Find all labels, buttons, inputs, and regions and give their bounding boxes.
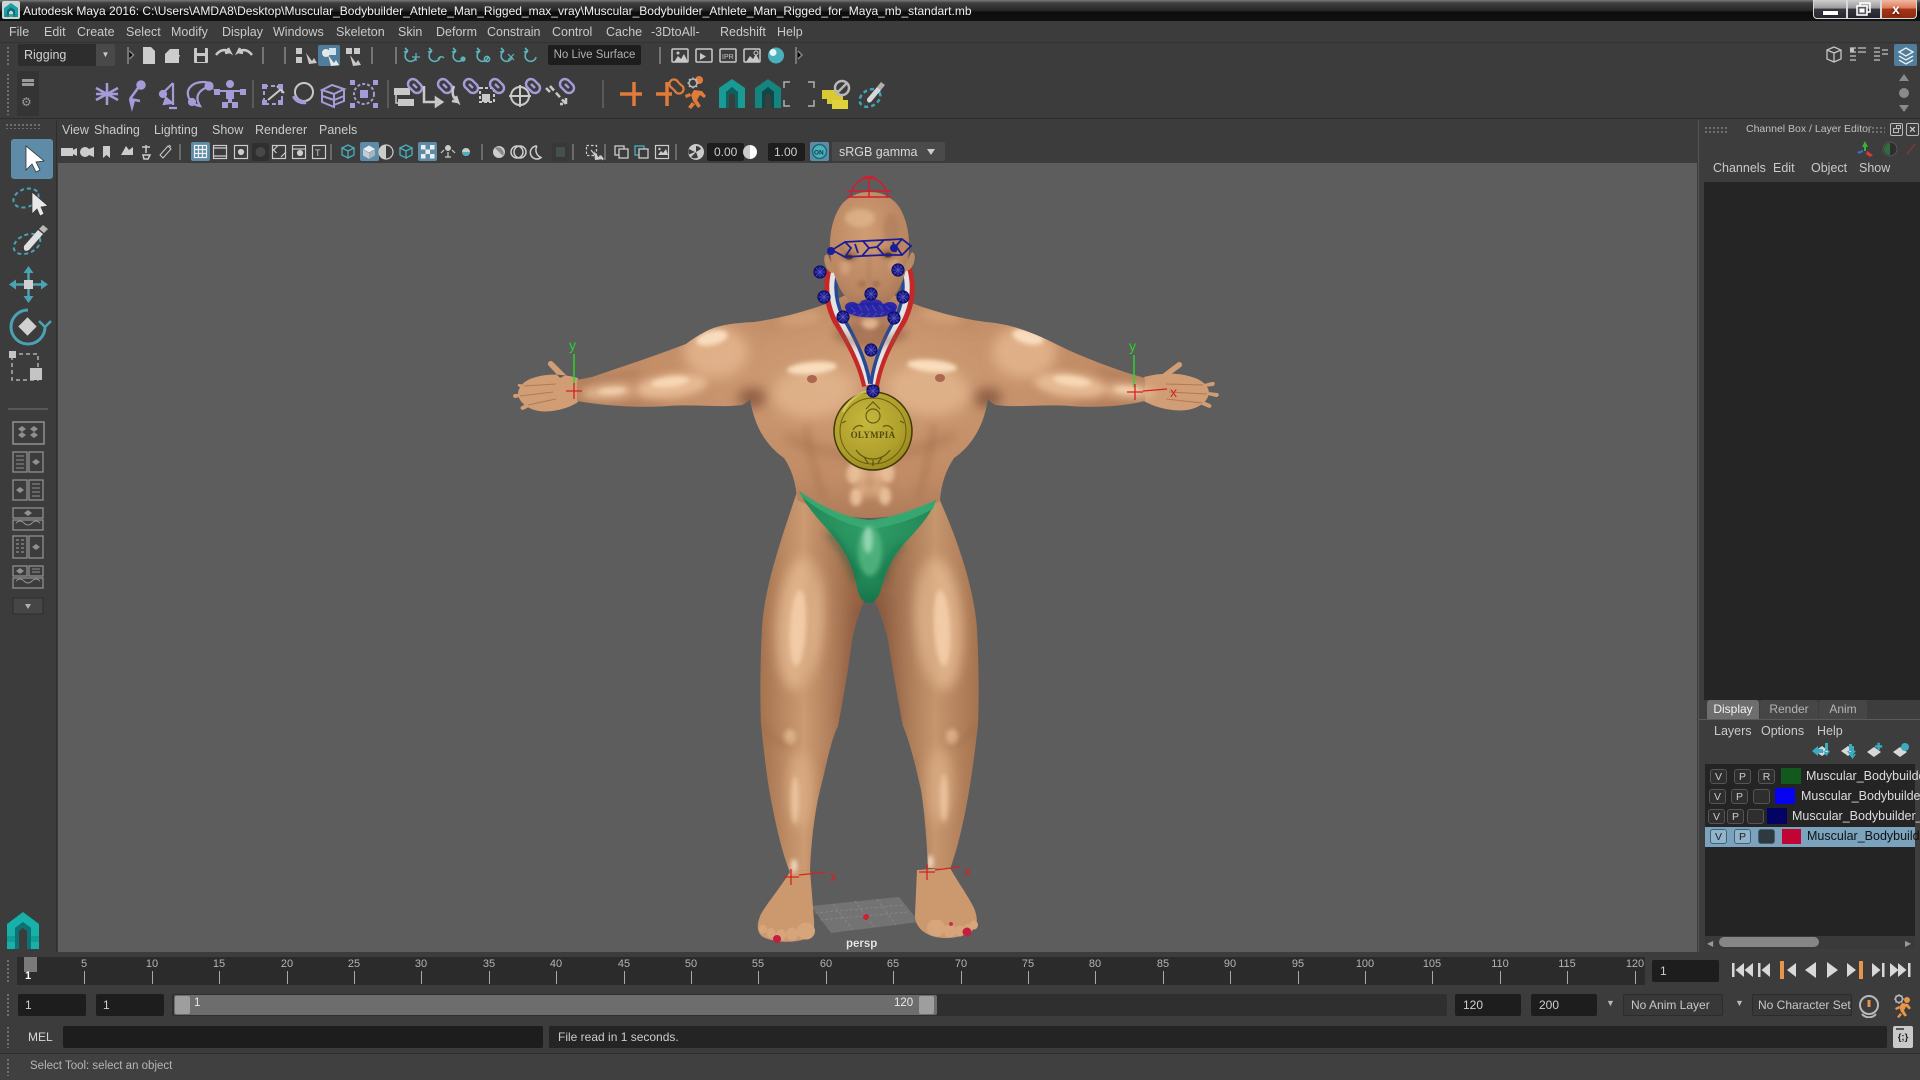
svg-text:OLYMPIA: OLYMPIA — [851, 430, 896, 440]
svg-text:1.00: 1.00 — [774, 145, 798, 159]
svg-text:T: T — [315, 148, 321, 158]
svg-text:y: y — [1129, 338, 1136, 354]
svg-text:ON: ON — [814, 150, 824, 157]
svg-text:sRGB gamma: sRGB gamma — [839, 145, 918, 159]
svg-text:x: x — [830, 868, 837, 884]
svg-text:IPR: IPR — [722, 54, 734, 61]
svg-text:0.00: 0.00 — [714, 145, 738, 159]
svg-text:persp: persp — [846, 938, 877, 950]
svg-text:x: x — [964, 863, 971, 879]
svg-text:y: y — [569, 337, 576, 353]
svg-text:x: x — [1170, 384, 1177, 400]
